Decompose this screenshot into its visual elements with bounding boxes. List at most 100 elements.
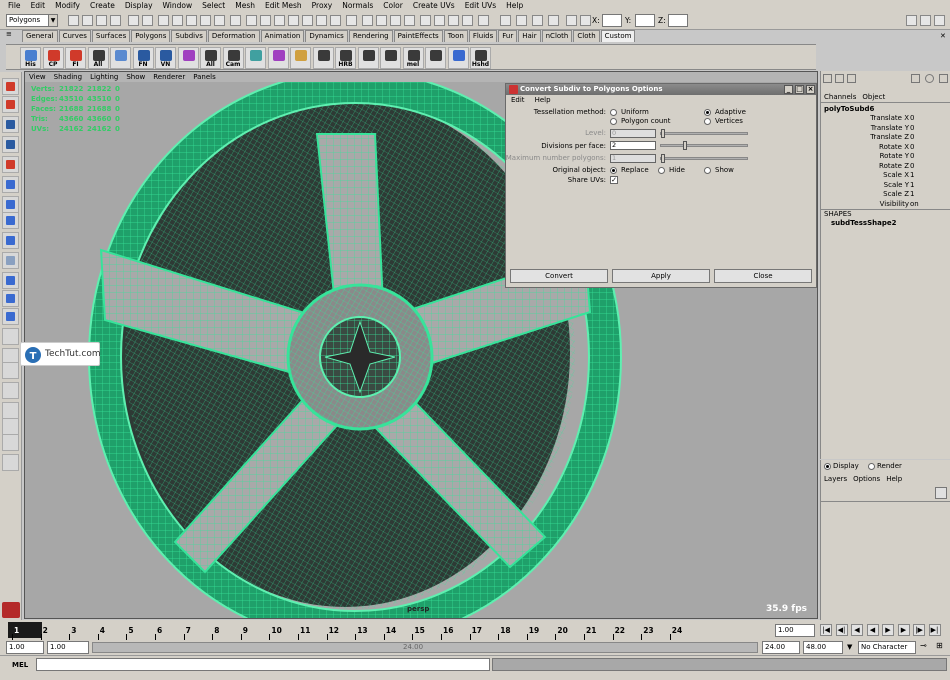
menu-edit-uvs[interactable]: Edit UVs [460, 0, 501, 12]
new-layer-icon[interactable] [935, 487, 947, 499]
shelf-icon[interactable] [380, 47, 401, 69]
status-tool-icon[interactable] [434, 15, 445, 26]
status-tool-icon[interactable] [246, 15, 257, 26]
shelf-icon[interactable] [425, 47, 446, 69]
channel-row[interactable]: Scale X1 [821, 171, 950, 181]
current-frame-field[interactable]: 1.00 [775, 624, 815, 637]
status-tool-icon[interactable] [316, 15, 327, 26]
menu-proxy[interactable]: Proxy [307, 0, 338, 12]
shelf-icon-fn[interactable]: FN [132, 47, 154, 69]
status-tool-icon[interactable] [82, 15, 93, 26]
shelf-icon-mel[interactable]: mel [402, 47, 424, 69]
vertices-radio[interactable] [704, 118, 711, 125]
channel-value[interactable]: on [910, 200, 919, 209]
play-forward-icon[interactable]: ▶ [882, 624, 894, 636]
shelf-tab-cloth[interactable]: Cloth [573, 30, 600, 42]
channel-row[interactable]: Translate Z0 [821, 133, 950, 143]
tool-icon[interactable] [2, 156, 19, 173]
playback-start-field[interactable]: 1.00 [47, 641, 89, 654]
start-time-field[interactable]: 1.00 [6, 641, 44, 654]
level-slider[interactable] [660, 129, 748, 138]
channel-value[interactable]: 0 [910, 133, 914, 142]
command-input[interactable] [36, 658, 490, 671]
status-tool-icon[interactable] [566, 15, 577, 26]
menu-color[interactable]: Color [378, 0, 408, 12]
playback-end-field[interactable]: 24.00 [762, 641, 800, 654]
adaptive-radio[interactable] [704, 109, 711, 116]
channel-row[interactable]: Translate X0 [821, 114, 950, 124]
shelf-tab-deformation[interactable]: Deformation [207, 30, 260, 42]
level-slider-handle[interactable] [661, 129, 665, 138]
menu-edit[interactable]: Edit [26, 0, 51, 12]
shelf-tab-rendering[interactable]: Rendering [348, 30, 393, 42]
tool-icon[interactable] [2, 232, 19, 249]
max-polygons-slider-handle[interactable] [661, 154, 665, 163]
tool-icon[interactable] [2, 176, 19, 193]
status-tool-icon[interactable] [96, 15, 107, 26]
status-tool-icon[interactable] [200, 15, 211, 26]
tool-icon[interactable] [2, 328, 19, 345]
status-tool-icon[interactable] [346, 15, 357, 26]
status-tool-icon[interactable] [142, 15, 153, 26]
panel-menu-renderer[interactable]: Renderer [149, 72, 189, 82]
status-tool-icon[interactable] [548, 15, 559, 26]
channel-value[interactable]: 1 [910, 171, 914, 180]
menu-mesh[interactable]: Mesh [230, 0, 260, 12]
z-input[interactable] [668, 14, 688, 27]
menu-help[interactable]: Help [501, 0, 528, 12]
channel-box-icon[interactable] [823, 74, 832, 83]
tool-icon[interactable] [2, 382, 19, 399]
polygon-count-radio[interactable] [610, 118, 617, 125]
layer-menu-options[interactable]: Options [853, 475, 880, 483]
menu-display[interactable]: Display [120, 0, 158, 12]
time-slider[interactable]: 1 2 3 4 5 6 7 8 9 10 11 12 13 14 15 16 17 18 19 20 21 22 23 24 … [0, 620, 950, 640]
shelf-tab-surfaces[interactable]: Surfaces [91, 30, 131, 42]
channel-value[interactable]: 0 [910, 124, 914, 133]
step-forward-icon[interactable]: ▶ [897, 624, 910, 636]
tool-icon[interactable] [2, 116, 19, 133]
go-end-icon[interactable]: ▶| [928, 624, 941, 636]
status-tool-icon[interactable] [274, 15, 285, 26]
shelf-icon-hrb[interactable]: HRB [335, 47, 356, 69]
convert-button[interactable]: Convert [510, 269, 608, 283]
layer-menu-layers[interactable]: Layers [824, 475, 847, 483]
tool-icon[interactable] [2, 78, 19, 95]
status-tool-icon[interactable] [478, 15, 489, 26]
menu-create[interactable]: Create [85, 0, 120, 12]
render-radio[interactable] [868, 463, 875, 470]
max-polygons-field[interactable]: 1 [610, 154, 656, 163]
menu-window[interactable]: Window [158, 0, 198, 12]
shelf-close-icon[interactable]: ✕ [940, 32, 946, 40]
status-tool-icon[interactable] [186, 15, 197, 26]
panel-menu-show[interactable]: Show [122, 72, 149, 82]
layer-editor-icon[interactable] [835, 74, 844, 83]
tool-icon[interactable] [2, 454, 19, 471]
shelf-tab-animation[interactable]: Animation [260, 30, 305, 42]
character-set-field[interactable]: No Character Set [858, 641, 916, 662]
menu-modify[interactable]: Modify [50, 0, 85, 12]
status-tool-icon[interactable] [362, 15, 373, 26]
range-slider[interactable]: 24.00 [92, 642, 758, 653]
tool-icon[interactable] [2, 136, 19, 153]
sphere-icon[interactable] [925, 74, 934, 83]
hide-radio[interactable] [658, 167, 665, 174]
status-tool-icon[interactable] [500, 15, 511, 26]
y-input[interactable] [635, 14, 655, 27]
close-button[interactable]: Close [714, 269, 812, 283]
shelf-tab-fluids[interactable]: Fluids [468, 30, 498, 42]
status-tool-icon[interactable] [580, 15, 591, 26]
tool-icon[interactable] [2, 290, 19, 307]
shelf-tab-hair[interactable]: Hair [518, 30, 541, 42]
tool-icon[interactable] [2, 96, 19, 113]
channel-menu-object[interactable]: Object [862, 93, 885, 101]
play-back-icon[interactable]: ◀ [866, 624, 879, 636]
channel-value[interactable]: 0 [910, 143, 914, 152]
status-tool-icon[interactable] [260, 15, 271, 26]
channel-row[interactable]: Rotate Z0 [821, 162, 950, 172]
status-tool-icon[interactable] [390, 15, 401, 26]
shelf-icon-cp[interactable]: CP [42, 47, 64, 69]
step-back-icon[interactable]: ◀ [851, 624, 863, 636]
status-tool-icon[interactable] [376, 15, 387, 26]
channel-menu-channels[interactable]: Channels [824, 93, 856, 101]
apply-button[interactable]: Apply [612, 269, 710, 283]
